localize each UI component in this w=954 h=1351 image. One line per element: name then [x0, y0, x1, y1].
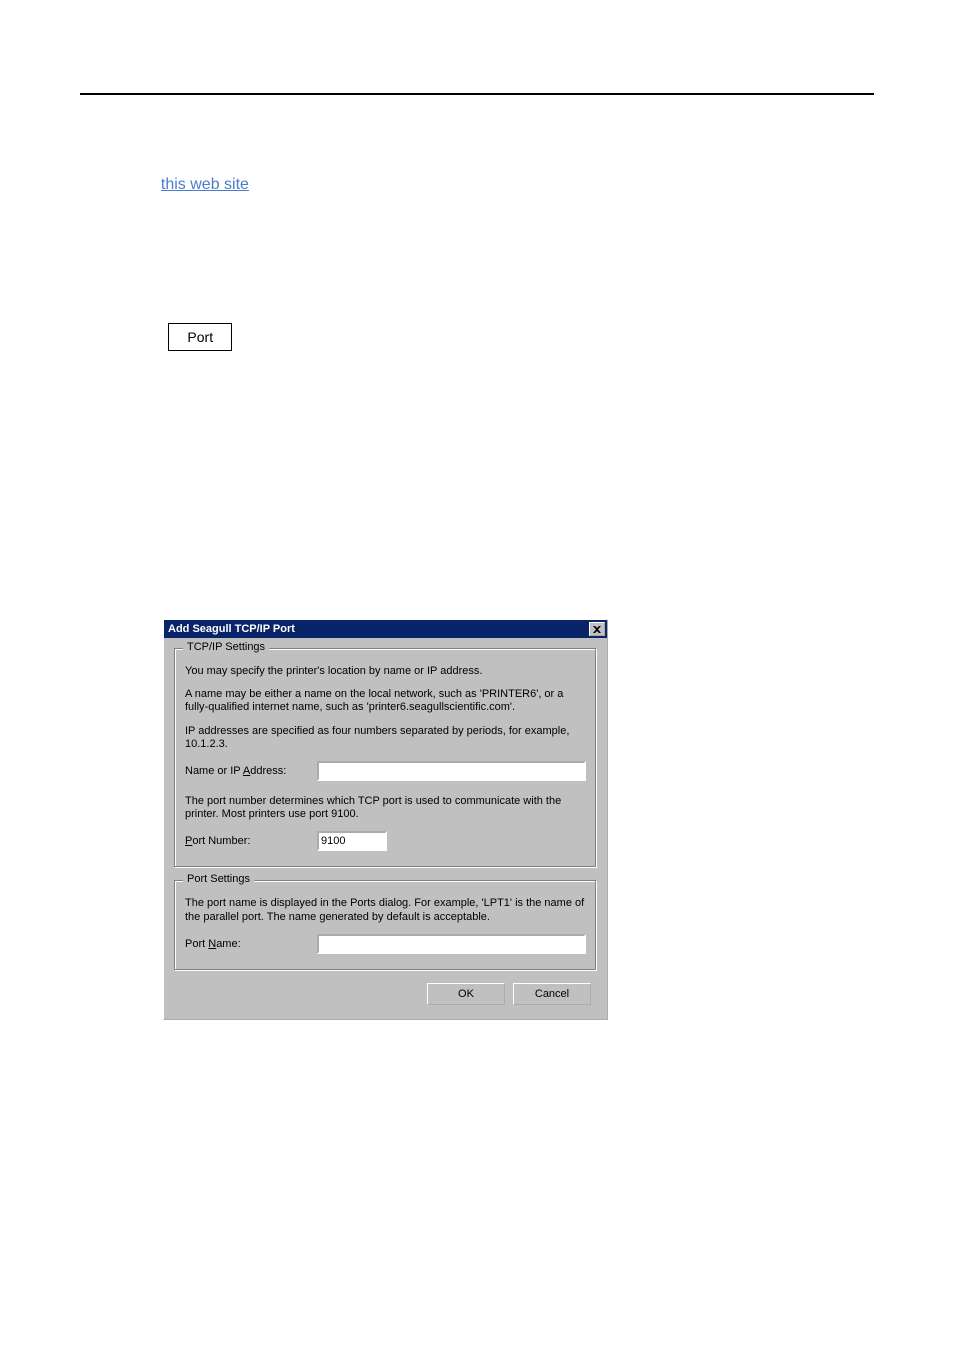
tcpip-legend: TCP/IP Settings [183, 641, 269, 653]
port-name-input[interactable] [317, 934, 586, 954]
tcpip-text-4: The port number determines which TCP por… [185, 795, 586, 821]
body-content: If there is no driver to you printer, co… [80, 95, 874, 357]
body-line-6 [80, 245, 874, 269]
dialog-titlebar: Add Seagull TCP/IP Port [164, 620, 607, 638]
close-icon[interactable] [589, 622, 605, 636]
body-line-2: If there is no driver to you printer, co… [80, 149, 874, 173]
driver-website-link[interactable]: this web site [161, 176, 249, 193]
name-or-ip-input[interactable] [317, 761, 586, 781]
tcpip-text-3: IP addresses are specified as four numbe… [185, 725, 586, 751]
body-line-5 [80, 221, 874, 245]
port-name-label: Port Name: [185, 938, 317, 950]
port-number-label: Port Number: [185, 835, 317, 847]
body-line-1 [80, 125, 874, 149]
port-number-input[interactable] [317, 831, 387, 851]
tcpip-text-2: A name may be either a name on the local… [185, 688, 586, 714]
body-line-3: driver from this web site: [80, 173, 874, 197]
cancel-button[interactable]: Cancel [513, 983, 591, 1005]
port-box: Port [168, 323, 232, 351]
body-line-7: After the installation, you should see t… [80, 269, 874, 293]
ok-button[interactable]: OK [427, 983, 505, 1005]
tcpip-text-1: You may specify the printer's location b… [185, 665, 586, 678]
page-header-rule [80, 62, 874, 95]
port-settings-group: Port Settings The port name is displayed… [174, 880, 597, 970]
port-settings-text-1: The port name is displayed in the Ports … [185, 897, 586, 923]
body-line-4 [80, 197, 874, 221]
port-settings-legend: Port Settings [183, 873, 254, 885]
add-seagull-port-dialog: Add Seagull TCP/IP Port TCP/IP Settings … [163, 619, 608, 1020]
body-line-9: choose the "Port" tab. [80, 317, 874, 357]
body-line-8: Double click the icon to open the spoole… [80, 293, 874, 317]
dialog-title: Add Seagull TCP/IP Port [168, 623, 589, 635]
tcpip-settings-group: TCP/IP Settings You may specify the prin… [174, 648, 597, 868]
name-or-ip-label: Name or IP Address: [185, 765, 317, 777]
